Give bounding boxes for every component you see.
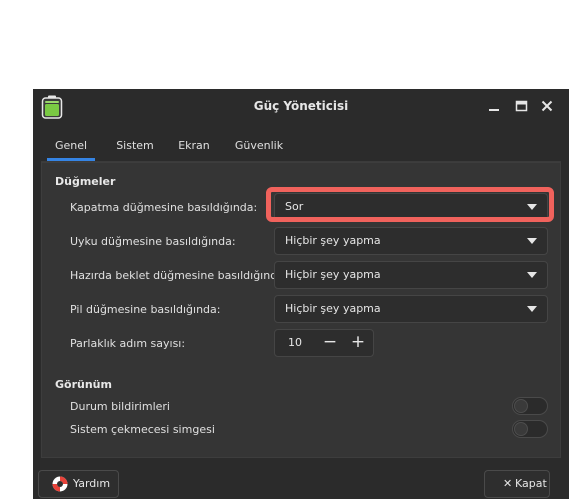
general-panel: Düğmeler Kapatma düğmesine basıldığında:… [41,162,561,458]
maximize-icon[interactable] [512,98,530,114]
system-tray-icon-toggle[interactable] [512,420,548,438]
system-tray-icon-label: Sistem çekmecesi simgesi [70,423,215,436]
lifebuoy-icon [52,476,68,492]
hibernate-button-dropdown[interactable]: Hiçbir şey yapma [274,261,548,289]
close-icon: ✕ [503,477,513,490]
chevron-down-icon [527,204,537,210]
close-icon[interactable] [538,98,556,114]
power-button-label: Kapatma düğmesine basıldığında: [70,201,258,214]
decrement-button[interactable]: − [317,330,343,356]
close-label: Kapat [515,477,547,490]
toggle-knob [514,399,528,413]
close-button[interactable]: ✕ Kapat [484,470,550,498]
tab-genel[interactable]: Genel [47,129,95,161]
sleep-button-label: Uyku düğmesine basıldığında: [70,235,236,248]
appearance-heading: Görünüm [55,378,112,391]
brightness-steps-value[interactable]: 10 [288,330,302,356]
chevron-down-icon [527,272,537,278]
tab-guvenlik[interactable]: Güvenlik [231,129,287,161]
status-notifications-label: Durum bildirimleri [70,400,170,413]
tab-bar: Genel Sistem Ekran Güvenlik [41,129,561,162]
hibernate-button-label: Hazırda beklet düğmesine basıldığında: [70,269,288,282]
help-button[interactable]: Yardım [38,470,119,498]
battery-button-dropdown[interactable]: Hiçbir şey yapma [274,295,548,323]
sleep-button-value: Hiçbir şey yapma [285,234,381,247]
status-notifications-toggle[interactable] [512,397,548,415]
battery-button-value: Hiçbir şey yapma [285,302,381,315]
titlebar: Güç Yöneticisi [33,89,569,123]
hibernate-button-value: Hiçbir şey yapma [285,268,381,281]
toggle-knob [514,422,528,436]
chevron-down-icon [527,238,537,244]
minimize-icon[interactable] [485,98,503,114]
battery-button-label: Pil düğmesine basıldığında: [70,303,221,316]
brightness-steps-spinner: 10 − + [274,329,374,357]
buttons-heading: Düğmeler [55,175,116,188]
power-button-dropdown[interactable]: Sor [274,193,548,221]
tab-ekran[interactable]: Ekran [173,129,215,161]
help-label: Yardım [73,477,111,490]
power-manager-window: Güç Yöneticisi Genel Sistem Ekran Güvenl… [33,89,569,499]
power-button-value: Sor [285,200,304,213]
chevron-down-icon [527,306,537,312]
tab-sistem[interactable]: Sistem [111,129,159,161]
brightness-steps-label: Parlaklık adım sayısı: [70,337,186,350]
sleep-button-dropdown[interactable]: Hiçbir şey yapma [274,227,548,255]
increment-button[interactable]: + [345,330,371,356]
